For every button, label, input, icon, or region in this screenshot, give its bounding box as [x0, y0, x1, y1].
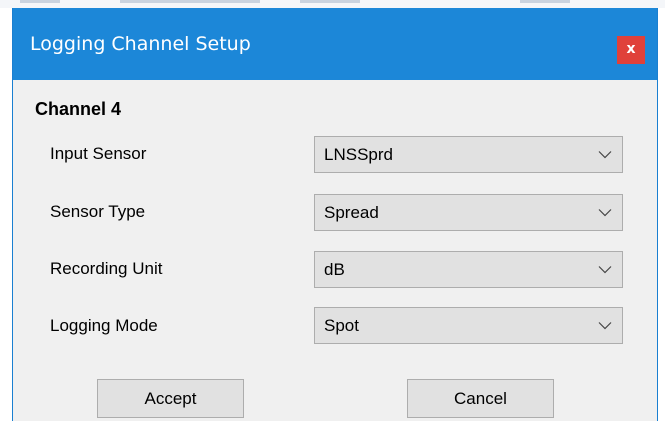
- sensor-type-label: Sensor Type: [50, 202, 146, 221]
- input-sensor-label: Input Sensor: [50, 144, 147, 163]
- cancel-button[interactable]: Cancel: [407, 379, 554, 418]
- screen: Logging Channel Setup x Channel 4 Input …: [0, 0, 665, 421]
- background-window-fragment: [20, 0, 60, 3]
- background-window-fragment: [300, 0, 360, 3]
- chevron-down-icon: [598, 151, 612, 159]
- recording-unit-label: Recording Unit: [50, 259, 163, 278]
- logging-channel-setup-dialog: Logging Channel Setup x Channel 4 Input …: [12, 8, 658, 421]
- background-window-fragment: [520, 0, 570, 3]
- chevron-down-icon: [598, 266, 612, 274]
- logging-mode-select[interactable]: Spot: [314, 307, 623, 344]
- recording-unit-select[interactable]: dB: [314, 251, 623, 288]
- logging-mode-label: Logging Mode: [50, 316, 158, 335]
- sensor-type-select[interactable]: Spread: [314, 194, 623, 231]
- dialog-title: Logging Channel Setup: [30, 33, 251, 55]
- background-window-fragment: [120, 0, 260, 3]
- input-sensor-select[interactable]: LNSSprd: [314, 136, 623, 173]
- accept-button[interactable]: Accept: [97, 379, 244, 418]
- close-icon: x: [626, 41, 636, 57]
- channel-heading: Channel 4: [35, 99, 122, 119]
- input-sensor-value: LNSSprd: [324, 145, 393, 164]
- close-button[interactable]: x: [617, 36, 645, 64]
- chevron-down-icon: [598, 322, 612, 330]
- recording-unit-value: dB: [324, 260, 345, 279]
- chevron-down-icon: [598, 209, 612, 217]
- sensor-type-value: Spread: [324, 203, 379, 222]
- dialog-titlebar[interactable]: Logging Channel Setup x: [13, 8, 657, 80]
- logging-mode-value: Spot: [324, 316, 359, 335]
- background-window-edge: [0, 0, 665, 8]
